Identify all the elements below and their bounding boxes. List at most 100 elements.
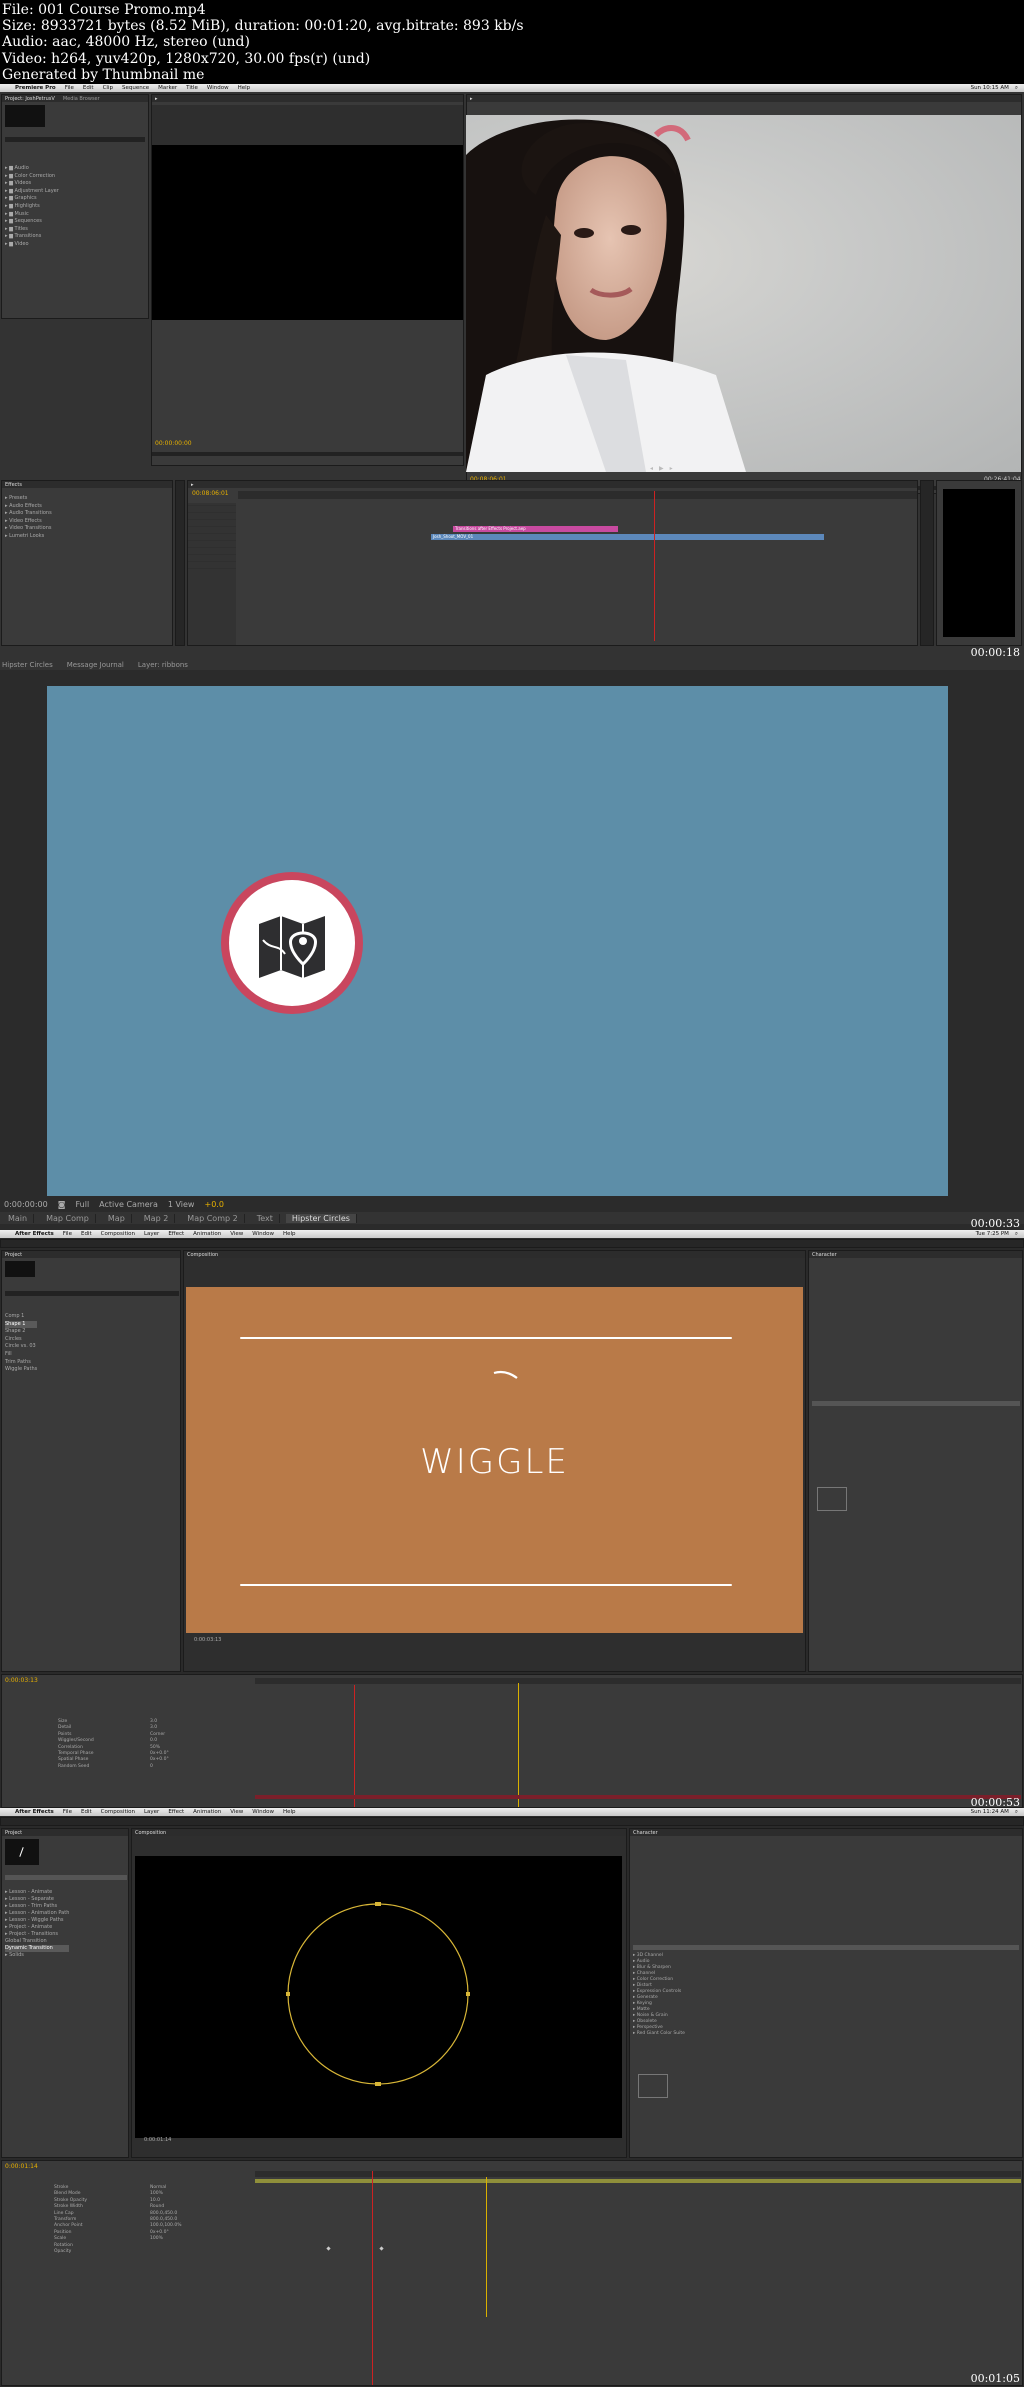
effects-search-input[interactable] bbox=[812, 1401, 1020, 1406]
tab-map-comp[interactable]: Map Comp bbox=[40, 1213, 96, 1223]
menu-clip[interactable]: Clip bbox=[103, 85, 113, 91]
menu-edit[interactable]: Edit bbox=[81, 1809, 92, 1815]
menu-layer[interactable]: Layer bbox=[144, 1231, 159, 1237]
prop-value[interactable]: 100.0,100.0% bbox=[150, 2223, 181, 2229]
bin-item[interactable]: ▸ ▆ Highlights bbox=[5, 203, 59, 211]
menu-effect[interactable]: Effect bbox=[168, 1809, 184, 1815]
project-search-input[interactable] bbox=[5, 1875, 127, 1880]
project-item[interactable]: Circle vs. 03 bbox=[5, 1343, 37, 1351]
tab-character[interactable]: Character bbox=[633, 1830, 658, 1836]
prop-value[interactable]: 0x+0.0° bbox=[150, 1757, 169, 1763]
project-item[interactable]: Shape 2 bbox=[5, 1328, 37, 1336]
map-badge[interactable] bbox=[221, 872, 363, 1014]
current-time-indicator[interactable] bbox=[518, 1683, 519, 1807]
project-item[interactable]: ▸ Lesson - Wiggle Paths bbox=[5, 1917, 69, 1924]
menu-composition[interactable]: Composition bbox=[101, 1231, 135, 1237]
menu-title[interactable]: Title bbox=[186, 85, 198, 91]
menu-window[interactable]: Window bbox=[252, 1809, 274, 1815]
menu-view[interactable]: View bbox=[230, 1231, 243, 1237]
source-scrubber[interactable] bbox=[152, 452, 463, 456]
menu-help[interactable]: Help bbox=[283, 1809, 296, 1815]
tab-message-journal[interactable]: Message Journal bbox=[67, 661, 124, 669]
program-video-frame[interactable] bbox=[466, 115, 1021, 472]
project-item[interactable]: Global Transition bbox=[5, 1938, 69, 1945]
work-area-bar[interactable] bbox=[255, 2179, 1021, 2183]
tab-hipster-circles[interactable]: Hipster Circles bbox=[2, 661, 53, 669]
menu-sequence[interactable]: Sequence bbox=[122, 85, 149, 91]
clip-blue[interactable]: Josh_Shoot_MOV_01 bbox=[431, 534, 824, 540]
project-item[interactable]: Trim Paths bbox=[5, 1359, 37, 1367]
effects-search-input[interactable] bbox=[633, 1945, 1019, 1950]
menubar-app[interactable]: After Effects bbox=[15, 1809, 54, 1815]
tab-main[interactable]: Main bbox=[2, 1213, 35, 1223]
menu-help[interactable]: Help bbox=[283, 1231, 296, 1237]
effects-item[interactable]: ▸ Video Effects bbox=[5, 518, 52, 526]
current-time-indicator[interactable] bbox=[486, 2177, 487, 2317]
project-item[interactable]: Comp 1 bbox=[5, 1313, 37, 1321]
step-forward-icon[interactable]: ▸ bbox=[670, 465, 673, 472]
composition-viewer[interactable] bbox=[135, 1856, 622, 2138]
motion-path-grid[interactable] bbox=[638, 2074, 668, 2098]
menu-layer[interactable]: Layer bbox=[144, 1809, 159, 1815]
menu-effect[interactable]: Effect bbox=[168, 1231, 184, 1237]
prop-value[interactable]: 0 bbox=[150, 1764, 169, 1770]
search-icon[interactable]: ⌕ bbox=[1015, 1231, 1018, 1238]
bin-item[interactable]: ▸ ▆ Transitions bbox=[5, 233, 59, 241]
camera-icon[interactable]: ◙ bbox=[58, 1200, 66, 1209]
bin-item[interactable]: ▸ ▆ Color Correction bbox=[5, 173, 59, 181]
tab-composition[interactable]: Composition bbox=[135, 1830, 166, 1836]
tab-hipster-circles-active[interactable]: Hipster Circles bbox=[285, 1213, 357, 1223]
exposure-value[interactable]: +0.0 bbox=[204, 1200, 223, 1209]
project-search-input[interactable] bbox=[5, 1291, 179, 1296]
bin-item[interactable]: ▸ ▆ Video bbox=[5, 241, 59, 249]
tab-project[interactable]: Project bbox=[5, 1830, 22, 1836]
menu-window[interactable]: Window bbox=[207, 85, 229, 91]
bin-item[interactable]: ▸ ▆ Videos bbox=[5, 180, 59, 188]
tab-character[interactable]: Character bbox=[812, 1252, 837, 1258]
motion-path-grid[interactable] bbox=[817, 1487, 847, 1511]
tab-map[interactable]: Map bbox=[102, 1213, 132, 1223]
timeline-ruler[interactable] bbox=[255, 2171, 1021, 2177]
bin-item[interactable]: ▸ ▆ Audio bbox=[5, 165, 59, 173]
playhead[interactable] bbox=[654, 491, 655, 641]
playhead[interactable] bbox=[372, 2171, 373, 2385]
composition-viewer[interactable] bbox=[47, 686, 948, 1196]
tab-media-browser[interactable]: Media Browser bbox=[63, 96, 100, 102]
effects-item[interactable]: ▸ Audio Effects bbox=[5, 503, 52, 511]
viewer-timecode[interactable]: 0:00:00:00 bbox=[4, 1200, 48, 1209]
project-item-selected[interactable]: Dynamic Transition bbox=[5, 1945, 70, 1952]
viewer-timecode[interactable]: 0:00:03:13 bbox=[194, 1637, 221, 1643]
tab-effects[interactable]: Effects bbox=[5, 482, 22, 488]
tab-layer-ribbons[interactable]: Layer: ribbons bbox=[138, 661, 188, 669]
bin-item[interactable]: ▸ ▆ Sequences bbox=[5, 218, 59, 226]
camera-select[interactable]: Active Camera bbox=[99, 1200, 158, 1209]
tab-project[interactable]: Project: JoshPetrusV bbox=[5, 96, 55, 102]
timeline-ruler[interactable] bbox=[255, 1678, 1021, 1684]
effects-item[interactable]: ▸ Red Giant Color Suite bbox=[633, 2031, 685, 2037]
bin-item[interactable]: ▸ ▆ Adjustment Layer bbox=[5, 188, 59, 196]
project-item[interactable]: ▸ Solids bbox=[5, 1952, 69, 1959]
tab-composition[interactable]: Composition bbox=[187, 1252, 218, 1258]
effects-item[interactable]: ▸ Presets bbox=[5, 495, 52, 503]
views-select[interactable]: 1 View bbox=[168, 1200, 195, 1209]
project-item[interactable]: ▸ Lesson - Animation Path bbox=[5, 1910, 69, 1917]
project-item[interactable]: ▸ Project - Animate bbox=[5, 1924, 69, 1931]
project-item[interactable]: Fill bbox=[5, 1351, 37, 1359]
tab-text[interactable]: Text bbox=[251, 1213, 280, 1223]
composition-viewer[interactable]: WIGGLE bbox=[186, 1287, 803, 1633]
menu-view[interactable]: View bbox=[230, 1809, 243, 1815]
menu-file[interactable]: File bbox=[63, 1231, 72, 1237]
step-back-icon[interactable]: ◂ bbox=[650, 465, 653, 472]
menu-window[interactable]: Window bbox=[252, 1231, 274, 1237]
keyframe[interactable] bbox=[326, 2246, 331, 2251]
bin-item[interactable]: ▸ ▆ Graphics bbox=[5, 195, 59, 203]
effects-item[interactable]: ▸ Audio Transitions bbox=[5, 510, 52, 518]
menu-file[interactable]: File bbox=[65, 85, 74, 91]
clip-pink[interactable]: Transitions after Effects Project.aep bbox=[453, 526, 618, 532]
project-search-input[interactable] bbox=[5, 137, 145, 142]
prop-value[interactable]: 100% bbox=[150, 2236, 181, 2242]
viewer-timecode[interactable]: 0:00:01:14 bbox=[144, 2137, 171, 2143]
layer-bar[interactable] bbox=[255, 1795, 1021, 1799]
menu-help[interactable]: Help bbox=[238, 85, 251, 91]
play-icon[interactable]: ▶ bbox=[659, 465, 664, 472]
